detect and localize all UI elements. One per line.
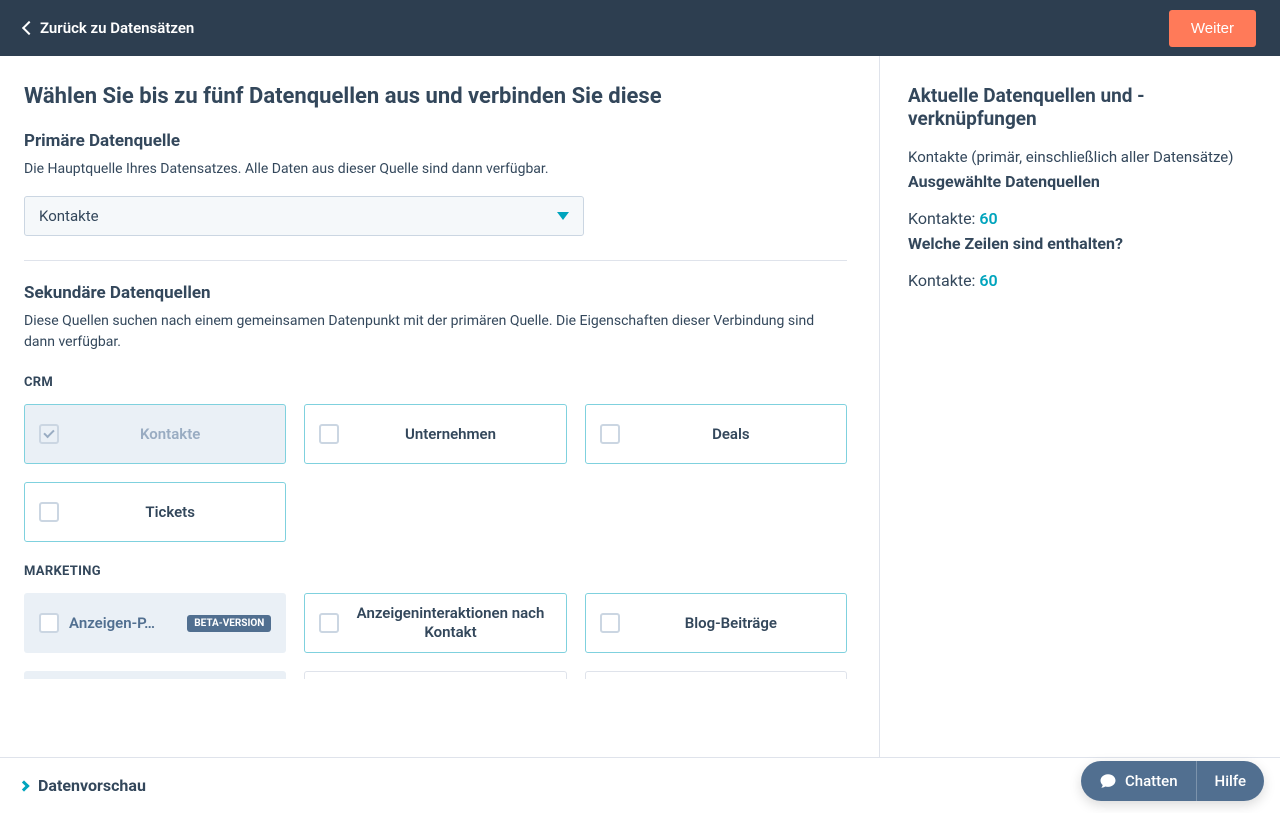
card-peek	[304, 671, 566, 679]
chevron-left-icon	[22, 21, 36, 35]
count-label: Kontakte:	[908, 209, 975, 228]
primary-desc: Die Hauptquelle Ihres Datensatzes. Alle …	[24, 159, 847, 180]
source-card-kontakte[interactable]: Kontakte	[24, 404, 286, 464]
checkbox-icon	[319, 424, 339, 444]
chat-button[interactable]: Chatten	[1081, 761, 1196, 801]
divider	[24, 260, 847, 261]
source-label: Anzeigeninteraktionen nach Kontakt	[349, 604, 551, 642]
secondary-desc: Diese Quellen suchen nach einem gemeinsa…	[24, 311, 847, 353]
help-button[interactable]: Hilfe	[1196, 761, 1264, 801]
sidebar-count-1: Kontakte: 60	[908, 209, 1252, 228]
beta-badge: BETA-VERSION	[187, 615, 271, 632]
page-title: Wählen Sie bis zu fünf Datenquellen aus …	[24, 84, 847, 109]
checkbox-icon	[600, 424, 620, 444]
checkbox-icon	[600, 613, 620, 633]
group-label-crm: CRM	[24, 375, 847, 390]
sidebar-title: Aktuelle Datenquellen und -verknüpfungen	[908, 84, 1252, 130]
secondary-heading: Sekundäre Datenquellen	[24, 283, 847, 303]
back-label: Zurück zu Datensätzen	[40, 19, 194, 37]
source-card-tickets[interactable]: Tickets	[24, 482, 286, 542]
data-preview-toggle[interactable]: Datenvorschau	[20, 776, 146, 795]
next-button[interactable]: Weiter	[1169, 10, 1256, 47]
source-label: Blog-Beiträge	[630, 614, 832, 633]
source-card-blog[interactable]: Blog-Beiträge	[585, 593, 847, 653]
source-label: Deals	[630, 425, 832, 444]
sidebar-primary-line: Kontakte (primär, einschließlich aller D…	[908, 148, 1252, 166]
floating-actions: Chatten Hilfe	[1081, 761, 1264, 801]
chevron-down-icon	[557, 212, 569, 220]
chat-label: Chatten	[1125, 772, 1178, 790]
source-label: Tickets	[69, 503, 271, 522]
checkbox-icon	[39, 424, 59, 444]
chat-icon	[1099, 772, 1117, 790]
source-card-deals[interactable]: Deals	[585, 404, 847, 464]
group-label-marketing: MARKETING	[24, 564, 847, 579]
preview-label: Datenvorschau	[38, 776, 146, 795]
main-panel: Wählen Sie bis zu fünf Datenquellen aus …	[0, 56, 880, 757]
count-label: Kontakte:	[908, 271, 975, 290]
card-peek	[585, 671, 847, 679]
back-link[interactable]: Zurück zu Datensätzen	[24, 19, 194, 37]
sidebar-count-2: Kontakte: 60	[908, 271, 1252, 290]
source-card-anzeigen-p: Anzeigen-P… BETA-VERSION	[24, 593, 286, 653]
summary-sidebar: Aktuelle Datenquellen und -verknüpfungen…	[880, 56, 1280, 757]
source-card-unternehmen[interactable]: Unternehmen	[304, 404, 566, 464]
primary-source-value: Kontakte	[39, 207, 99, 225]
count-value: 60	[979, 209, 997, 228]
checkbox-icon	[39, 613, 59, 633]
checkbox-icon	[319, 613, 339, 633]
primary-heading: Primäre Datenquelle	[24, 131, 847, 151]
chevron-right-icon	[18, 780, 29, 791]
checkbox-icon	[39, 502, 59, 522]
source-label: Kontakte	[69, 425, 271, 444]
sidebar-selected-heading: Ausgewählte Datenquellen	[908, 172, 1252, 191]
card-peek	[24, 671, 286, 679]
primary-source-select[interactable]: Kontakte	[24, 196, 584, 236]
source-label: Unternehmen	[349, 425, 551, 444]
source-card-anzeigeninteraktionen[interactable]: Anzeigeninteraktionen nach Kontakt	[304, 593, 566, 653]
count-value: 60	[979, 271, 997, 290]
source-label: Anzeigen-P…	[69, 614, 177, 633]
sidebar-rows-heading: Welche Zeilen sind enthalten?	[908, 234, 1252, 253]
help-label: Hilfe	[1215, 772, 1246, 790]
